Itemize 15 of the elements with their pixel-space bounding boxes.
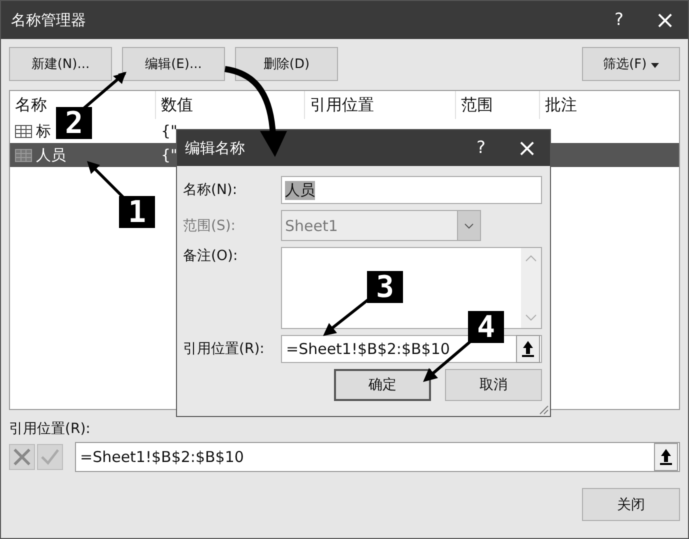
- name-text: 人员: [36, 146, 66, 164]
- dialog-title: 编辑名称: [185, 138, 246, 158]
- comment-label: 备注(O):: [183, 247, 239, 265]
- step-marker: 3: [367, 271, 403, 303]
- value-text: {": [161, 122, 178, 140]
- window-title: 名称管理器: [11, 10, 87, 30]
- refers-to-label: 引用位置(R):: [9, 420, 90, 438]
- scope-label: 范围(S):: [183, 216, 237, 234]
- step-marker: 1: [119, 196, 155, 228]
- value-text: {": [161, 146, 178, 164]
- step-marker: 2: [56, 107, 92, 139]
- name-text: 标: [36, 122, 51, 140]
- name-label: 名称(N):: [183, 181, 238, 199]
- refers-to-label: 引用位置(R):: [183, 340, 266, 358]
- step-marker: 4: [468, 311, 504, 343]
